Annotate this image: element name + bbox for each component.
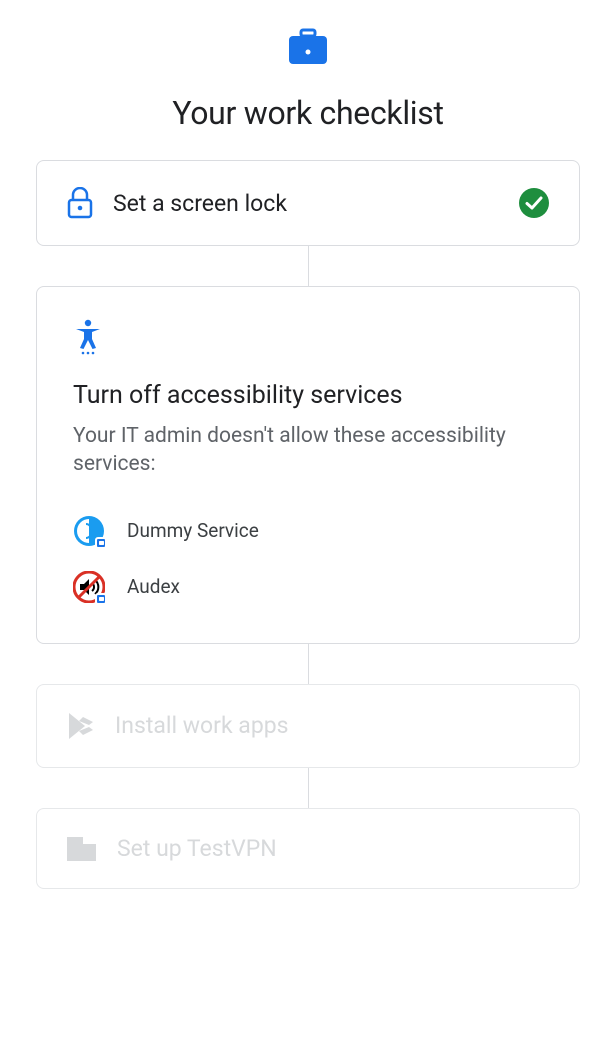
step-subtitle: Your IT admin doesn't allow these access… <box>73 422 543 479</box>
connector-line <box>308 768 309 808</box>
play-store-icon <box>67 711 95 741</box>
building-icon <box>67 835 97 861</box>
step-title: Turn off accessibility services <box>73 381 543 410</box>
step-title: Set up TestVPN <box>117 835 549 862</box>
connector-line <box>308 644 309 684</box>
app-icon-dummy <box>73 515 105 547</box>
service-row-dummy: Dummy Service <box>73 503 543 559</box>
check-circle-icon <box>519 188 549 218</box>
step-vpn: Set up TestVPN <box>36 808 580 889</box>
accessibility-icon <box>73 319 543 359</box>
work-badge-icon <box>95 593 107 605</box>
step-screen-lock[interactable]: Set a screen lock <box>36 160 580 246</box>
step-install-apps: Install work apps <box>36 684 580 768</box>
page-title: Your work checklist <box>36 94 580 132</box>
briefcase-icon <box>287 28 329 70</box>
step-title: Set a screen lock <box>113 190 507 217</box>
service-name: Dummy Service <box>127 519 259 542</box>
step-title: Install work apps <box>115 712 549 739</box>
page-header: Your work checklist <box>36 0 580 160</box>
app-icon-audex <box>73 571 105 603</box>
connector-line <box>308 246 309 286</box>
step-accessibility[interactable]: Turn off accessibility services Your IT … <box>36 286 580 644</box>
work-badge-icon <box>95 537 107 549</box>
service-row-audex: Audex <box>73 559 543 615</box>
lock-icon <box>67 187 93 219</box>
service-name: Audex <box>127 575 180 598</box>
